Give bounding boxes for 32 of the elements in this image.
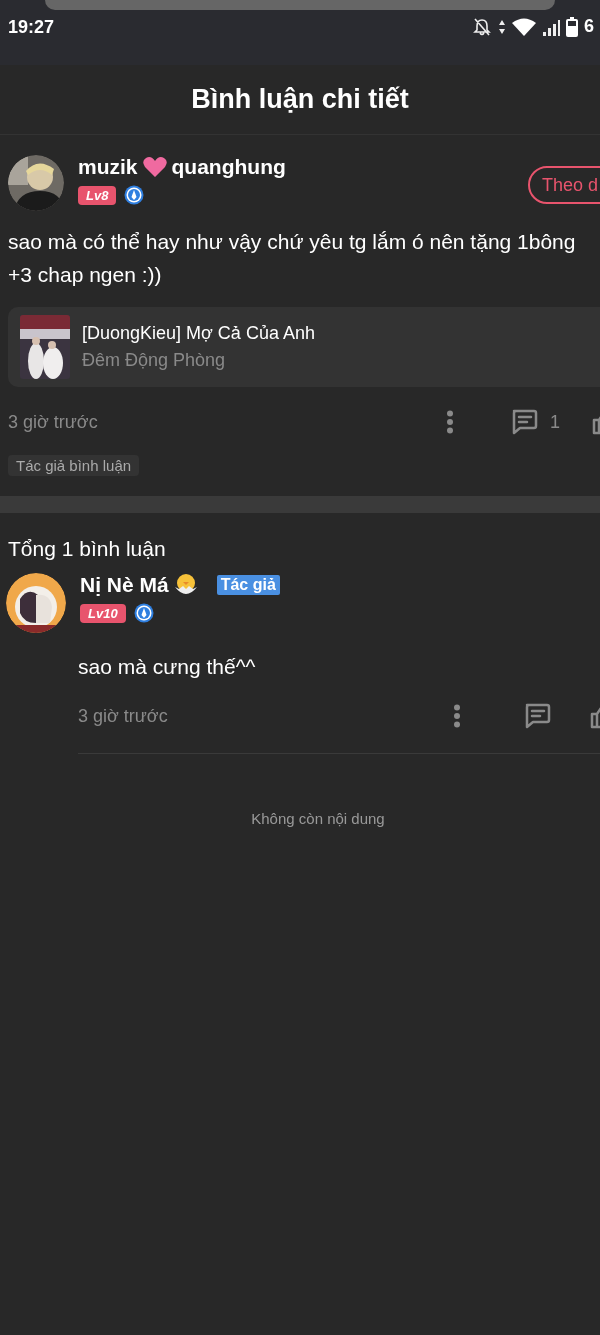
user-name[interactable]: quanghung — [171, 155, 286, 179]
reply-text: sao mà cưng thế^^ — [78, 655, 257, 679]
story-title: [DuongKieu] Mợ Cả Của Anh — [82, 323, 315, 344]
user-name[interactable]: muzik — [78, 155, 138, 179]
level-badge: Lv10 — [80, 603, 126, 623]
wifi-icon — [512, 16, 536, 37]
page-title: Bình luận chi tiết — [191, 84, 409, 115]
battery-level: 6 — [584, 16, 594, 37]
chapter-title: Đêm Động Phòng — [82, 350, 227, 371]
comment-text: sao mà có thể hay như vậy chứ yêu tg lắm ó nên tặng 1bông +3 chap ngen :)) — [8, 229, 577, 288]
end-note: Không còn nội dung — [250, 810, 386, 827]
user-name[interactable]: Nị Nè Má — [80, 573, 169, 597]
chick-icon — [172, 573, 199, 597]
comment-tag: Tác giả bình luận — [8, 455, 140, 476]
reply-time: 3 giờ trước — [78, 705, 168, 727]
comment-time: 3 giờ trước — [8, 411, 98, 433]
status-time: 19:27 — [8, 17, 55, 38]
more-icon[interactable] — [446, 410, 454, 434]
medal-icon — [133, 603, 154, 623]
reply-count: 1 — [550, 411, 560, 433]
battery-icon — [566, 16, 578, 37]
story-card[interactable]: [DuongKieu] Mợ Cả Của Anh Đêm Động Phòng — [8, 307, 600, 387]
heart-icon — [141, 155, 168, 179]
more-icon[interactable] — [453, 704, 461, 728]
medal-icon — [124, 185, 145, 205]
bell-off-icon — [472, 16, 492, 37]
comment-icon[interactable] — [510, 409, 538, 435]
follow-button[interactable]: Theo d — [528, 166, 600, 204]
level-badge: Lv8 — [78, 185, 117, 205]
author-badge: Tác giả — [216, 575, 280, 595]
replies-heading: Tổng 1 bình luận — [7, 536, 167, 562]
comment-icon[interactable] — [523, 703, 551, 729]
